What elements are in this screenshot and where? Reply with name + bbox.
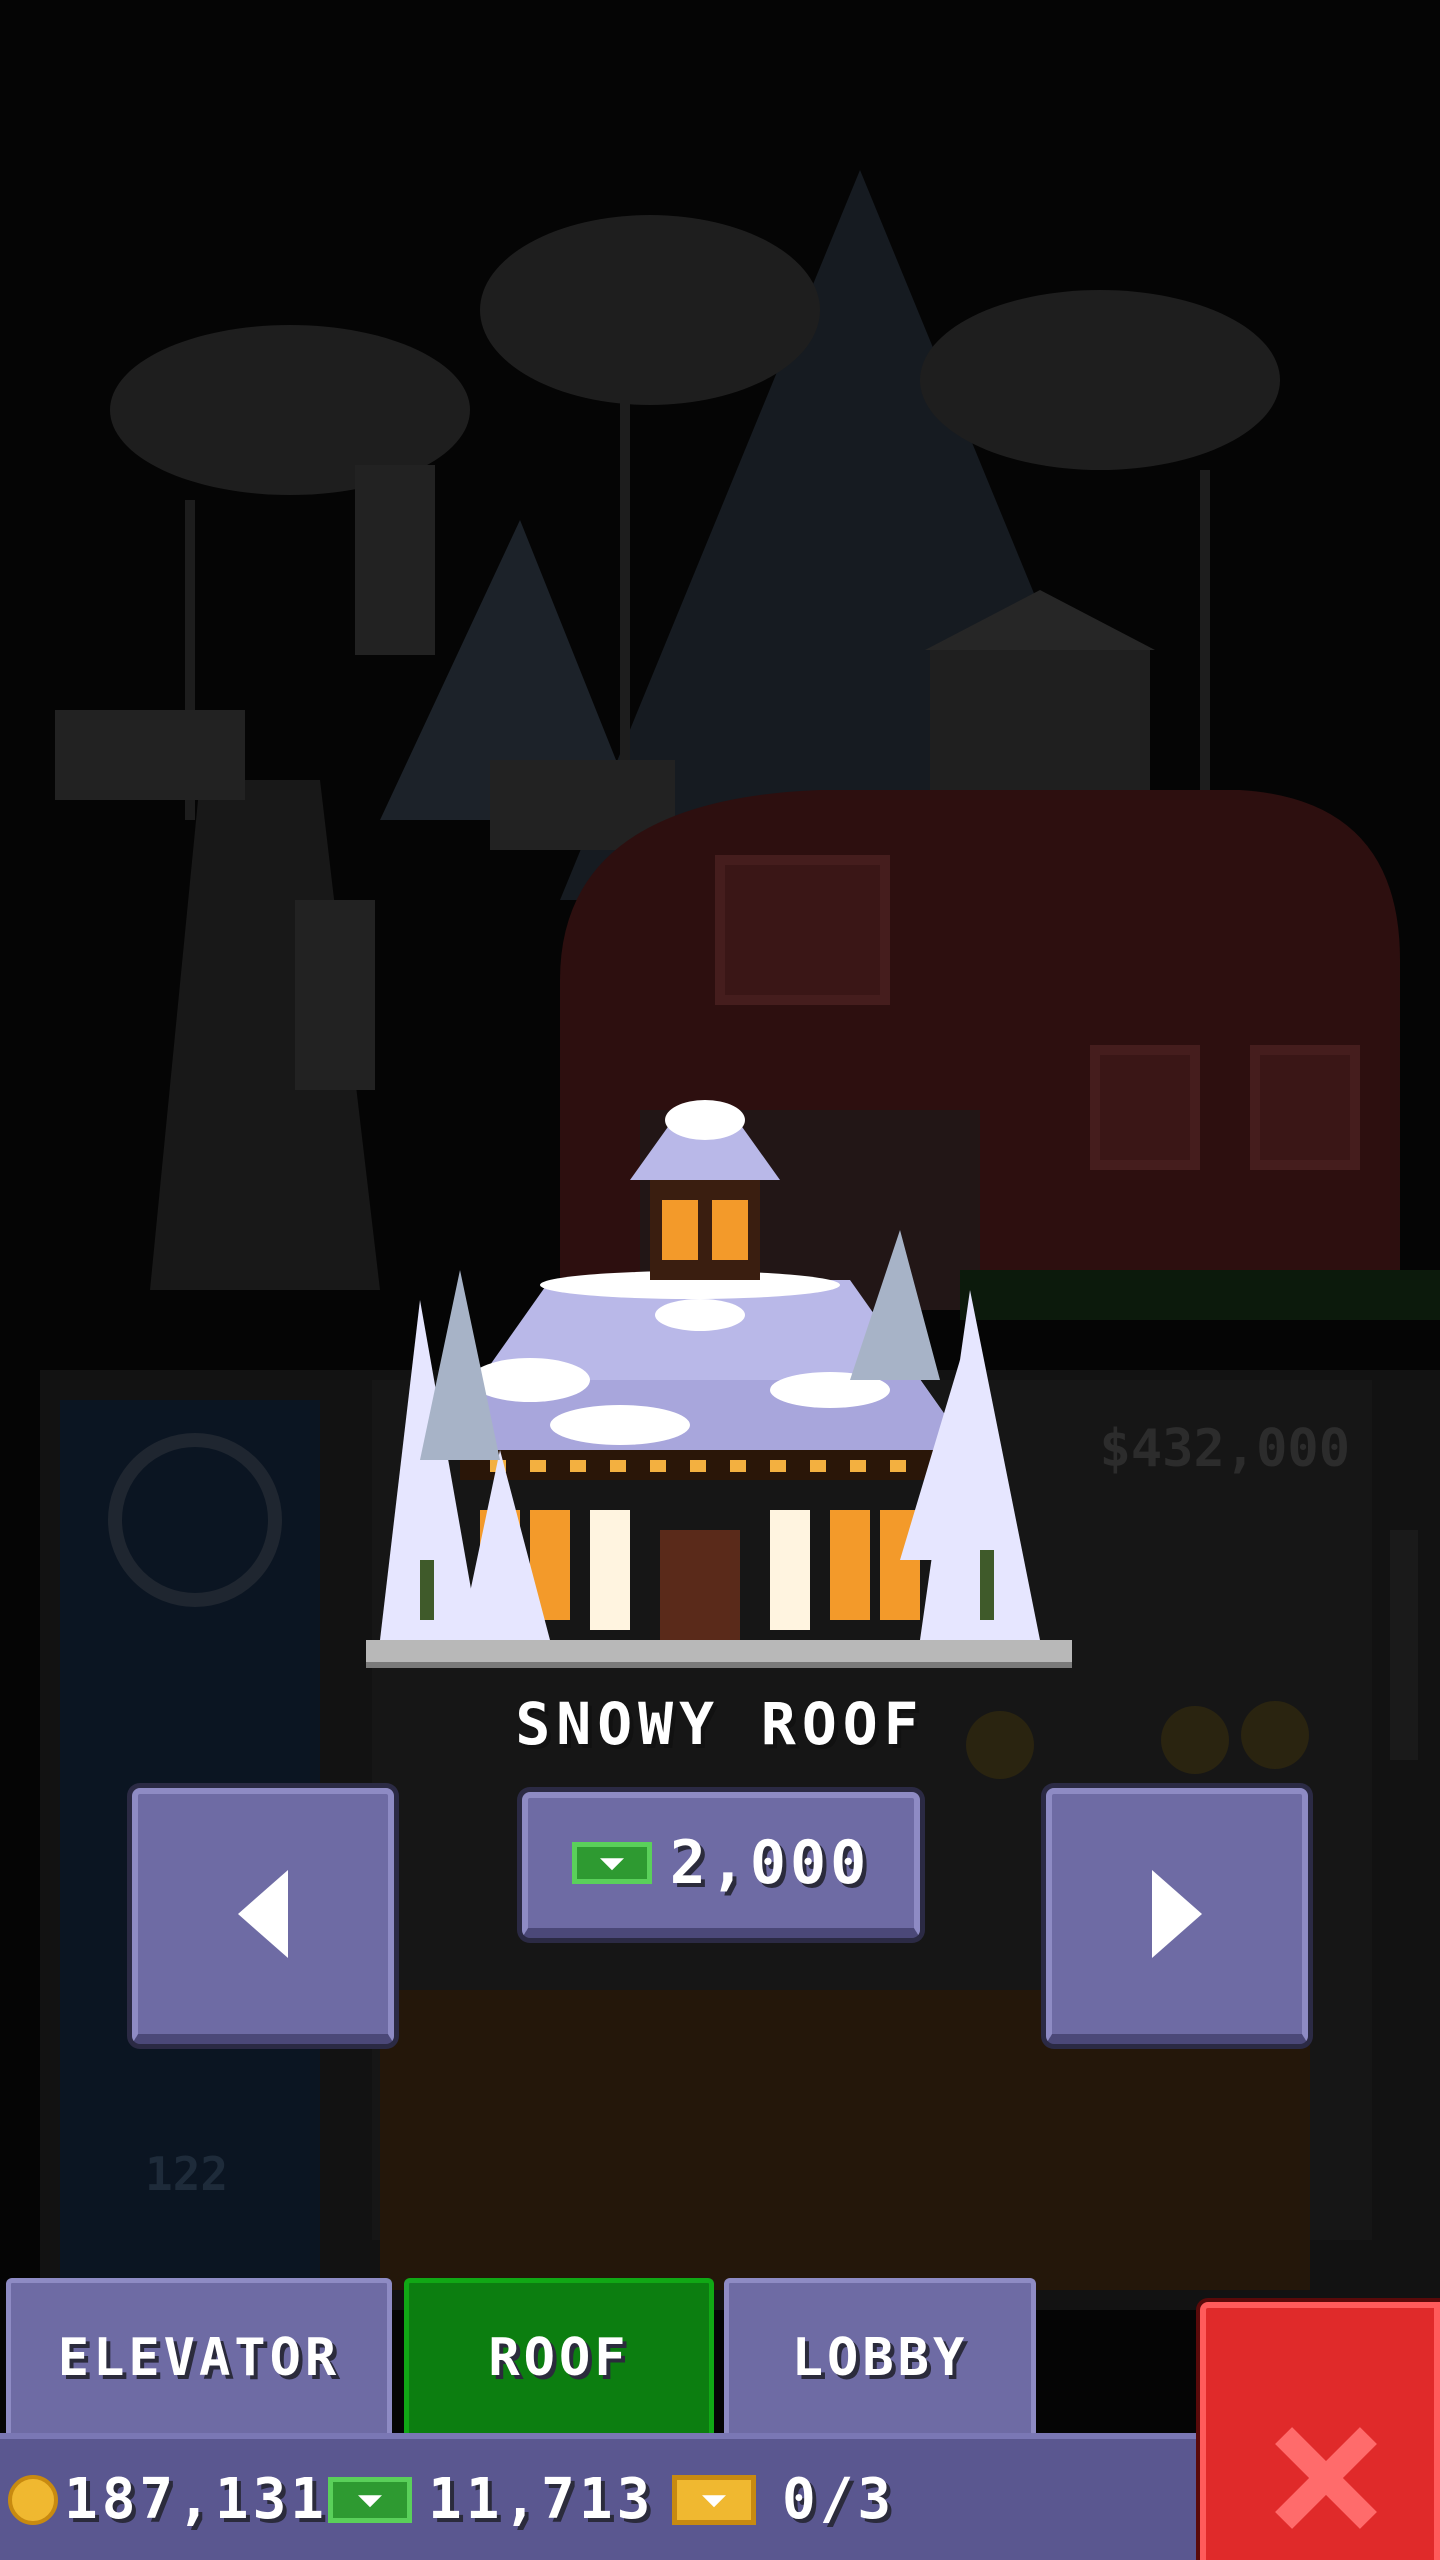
bux-counter: 11,713 [328,2439,654,2560]
previous-item-button[interactable] [132,1788,394,2044]
tab-elevator[interactable]: ELEVATOR [6,2278,392,2433]
snowy-roof-preview [366,1100,1072,1668]
close-icon [1275,2427,1377,2529]
close-button[interactable] [1200,2302,1440,2560]
arrow-right-icon [1152,1870,1202,1958]
bux-icon [328,2476,412,2523]
arrow-left-icon [238,1870,288,1958]
price-label: 2,000 [669,1828,871,1898]
background-floor-price: $432,000 [1100,1419,1350,1479]
coins-value: 187,131 [64,2467,329,2532]
bux-icon [571,1842,652,1884]
buy-button[interactable]: 2,000 [522,1792,920,1938]
tab-lobby[interactable]: LOBBY [724,2278,1036,2433]
background-floor-number: 122 [145,2147,228,2201]
tab-roof[interactable]: ROOF [404,2278,714,2433]
tickets-value: 0/3 [782,2467,896,2532]
category-tabs: ELEVATOR ROOF LOBBY [0,2278,1200,2433]
coin-icon [8,2474,58,2525]
next-item-button[interactable] [1046,1788,1308,2044]
currency-status-bar: 187,131 11,713 0/3 [0,2433,1200,2560]
tickets-counter: 0/3 [672,2439,895,2560]
golden-ticket-icon [672,2474,756,2525]
coins-counter: 187,131 [8,2439,328,2560]
bux-value: 11,713 [428,2467,655,2532]
item-name: SNOWY ROOF [515,1690,925,1758]
